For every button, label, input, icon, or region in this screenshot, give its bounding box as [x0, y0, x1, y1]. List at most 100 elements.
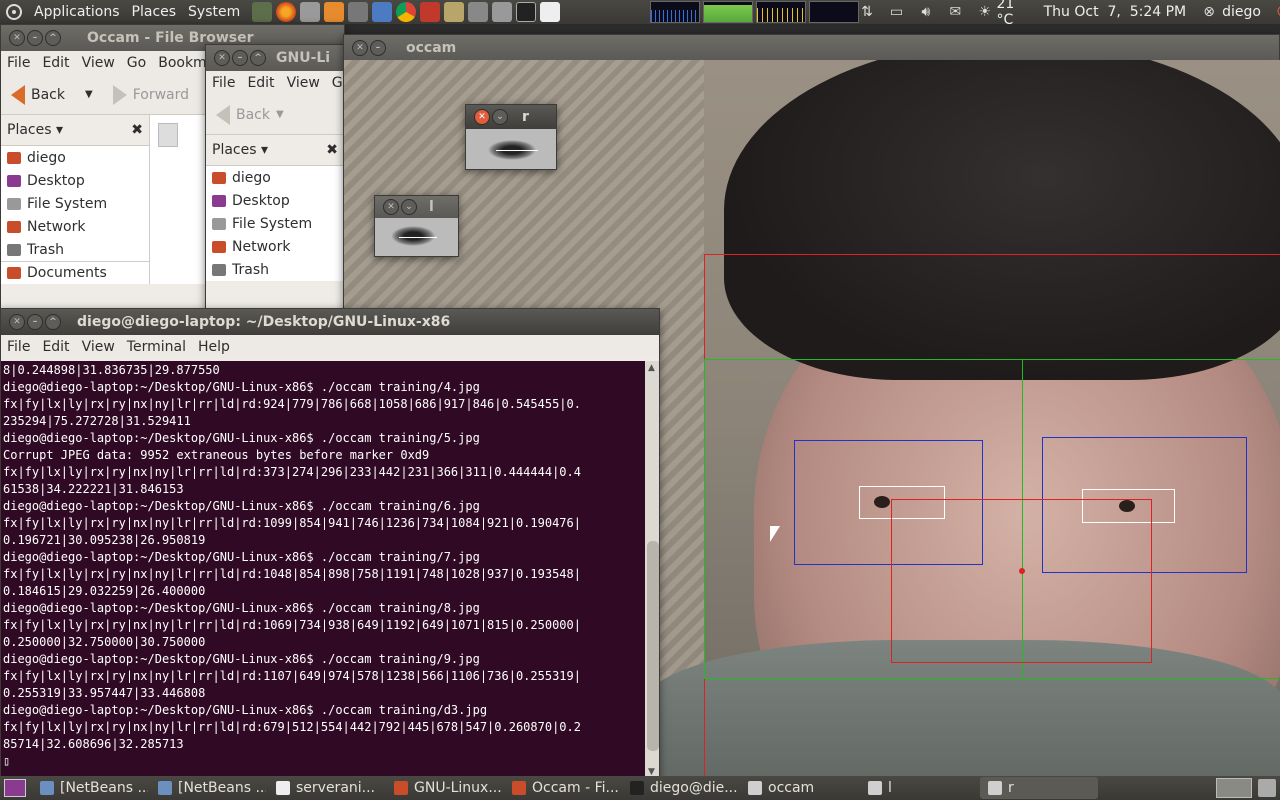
minimize-icon[interactable]: – — [27, 314, 43, 330]
terminal-titlebar[interactable]: ✕ – ^ diego@diego-laptop: ~/Desktop/GNU-… — [1, 309, 659, 335]
place-desktop[interactable]: Desktop — [1, 169, 149, 192]
menu-go[interactable]: Go — [121, 51, 152, 75]
close-icon[interactable]: ✕ — [383, 199, 399, 215]
chrome-icon[interactable] — [396, 2, 417, 22]
back-label: Back — [236, 106, 270, 123]
user-menu[interactable]: ⊗ diego — [1200, 4, 1261, 20]
eye-r-titlebar[interactable]: ✕ ⌄ r — [466, 105, 556, 129]
close-icon[interactable]: ✕ — [474, 109, 490, 125]
close-icon[interactable]: ✕ — [9, 314, 25, 330]
taskbar-item[interactable]: GNU-Linux... — [386, 777, 502, 799]
close-sidebar-icon[interactable]: ✖ — [326, 142, 338, 158]
monitor-icon[interactable] — [348, 2, 369, 22]
minimize-icon[interactable]: – — [370, 40, 386, 56]
workspace-switcher[interactable] — [1216, 778, 1252, 798]
taskbar-item[interactable]: r — [980, 777, 1098, 799]
maximize-icon[interactable]: ^ — [45, 314, 61, 330]
occam-titlebar[interactable]: ✕ – occam — [344, 35, 1279, 61]
taskbar-item[interactable]: diego@die... — [622, 777, 738, 799]
forward-button[interactable]: Forward — [103, 84, 199, 105]
minimize-icon[interactable]: – — [232, 50, 248, 66]
calculator-icon[interactable] — [468, 2, 489, 22]
battery-icon[interactable]: ▭ — [889, 4, 904, 20]
applications-menu[interactable]: Applications — [28, 0, 126, 24]
ubuntu-logo-icon[interactable] — [6, 4, 22, 20]
menu-file[interactable]: File — [206, 71, 241, 95]
close-icon[interactable]: ✕ — [352, 40, 368, 56]
menu-view[interactable]: View — [76, 335, 121, 359]
system-monitor[interactable] — [650, 1, 860, 23]
place-file-system[interactable]: File System — [206, 212, 344, 235]
minimize-icon[interactable]: ⌄ — [401, 199, 417, 215]
place-file-system[interactable]: File System — [1, 192, 149, 215]
terminal-output[interactable]: 8|0.244898|31.836735|29.877550 diego@dieg… — [1, 361, 645, 777]
places-dropdown[interactable]: Places ▾ — [7, 122, 63, 138]
system-menu[interactable]: System — [182, 0, 246, 24]
menu-view[interactable]: View — [281, 71, 326, 95]
place-desktop[interactable]: Desktop — [206, 189, 344, 212]
terminal-icon[interactable] — [516, 2, 537, 22]
eye-l-titlebar[interactable]: ✕ ⌄ l — [375, 196, 458, 218]
menu-file[interactable]: File — [1, 51, 36, 75]
menu-terminal[interactable]: Terminal — [121, 335, 192, 359]
volume-icon[interactable]: 🔊︎ — [918, 4, 933, 20]
maximize-icon[interactable]: ^ — [45, 30, 61, 46]
taskbar-item[interactable]: occam — [740, 777, 858, 799]
taskbar-item[interactable]: l — [860, 777, 978, 799]
mail-icon[interactable]: ✉ — [948, 4, 963, 20]
place-trash[interactable]: Trash — [206, 258, 344, 281]
weather-applet[interactable]: ☀ 21 °C — [977, 0, 1029, 28]
maximize-icon[interactable]: ^ — [250, 50, 266, 66]
places-menu[interactable]: Places — [126, 0, 183, 24]
menu-edit[interactable]: Edit — [36, 335, 75, 359]
chevron-down-icon[interactable]: ▼ — [85, 89, 93, 100]
place-diego[interactable]: diego — [1, 146, 149, 169]
place-network[interactable]: Network — [206, 235, 344, 258]
power-icon[interactable]: ⏻ — [1275, 4, 1280, 20]
close-icon[interactable]: ✕ — [214, 50, 230, 66]
clock[interactable]: Thu Oct 7, 5:24 PM — [1044, 4, 1187, 20]
trash-icon[interactable] — [1258, 779, 1276, 797]
gnu-browser-titlebar[interactable]: ✕ – ^ GNU-Li — [206, 45, 344, 71]
place-documents[interactable]: Documents — [1, 261, 149, 284]
scroll-up-icon[interactable]: ▲ — [648, 363, 655, 373]
phone-icon[interactable] — [420, 2, 441, 22]
camera-icon[interactable] — [492, 2, 513, 22]
network-arrows-icon[interactable]: ⇅ — [859, 4, 874, 20]
cube-icon[interactable] — [372, 2, 393, 22]
back-button[interactable]: Back ▼ — [206, 104, 294, 125]
documents-folder-icon — [7, 267, 21, 279]
taskbar-item[interactable]: [NetBeans ... — [32, 777, 148, 799]
firefox-icon[interactable] — [276, 2, 297, 22]
chevron-down-icon[interactable]: ▼ — [276, 109, 284, 120]
minimize-icon[interactable]: – — [27, 30, 43, 46]
close-icon[interactable]: ✕ — [9, 30, 25, 46]
text-editor-icon[interactable] — [540, 2, 561, 22]
places-dropdown[interactable]: Places ▾ — [212, 142, 268, 158]
show-desktop-icon[interactable] — [4, 779, 26, 797]
folder-icon[interactable] — [444, 2, 465, 22]
terminal-app-icon[interactable] — [252, 2, 273, 22]
close-sidebar-icon[interactable]: ✖ — [131, 122, 143, 138]
terminal-line: diego@diego-laptop:~/Desktop/GNU-Linux-x… — [3, 499, 480, 513]
user-name: diego — [1222, 4, 1261, 20]
terminal-scrollbar[interactable]: ▲ ▼ — [645, 361, 659, 777]
gnu-browser-menubar: File Edit View Go — [206, 71, 344, 95]
menu-edit[interactable]: Edit — [36, 51, 75, 75]
path-back-icon[interactable] — [158, 123, 178, 147]
minimize-icon[interactable]: ⌄ — [492, 109, 508, 125]
taskbar-item[interactable]: Occam - Fi... — [504, 777, 620, 799]
menu-view[interactable]: View — [76, 51, 121, 75]
taskbar-item[interactable]: serverani... — [268, 777, 384, 799]
settings-icon[interactable] — [300, 2, 321, 22]
place-trash[interactable]: Trash — [1, 238, 149, 261]
butterfly-icon[interactable] — [324, 2, 345, 22]
menu-edit[interactable]: Edit — [241, 71, 280, 95]
place-diego[interactable]: diego — [206, 166, 344, 189]
menu-help[interactable]: Help — [192, 335, 236, 359]
place-network[interactable]: Network — [1, 215, 149, 238]
menu-file[interactable]: File — [1, 335, 36, 359]
back-button[interactable]: Back ▼ — [1, 84, 103, 105]
scrollbar-thumb[interactable] — [647, 541, 659, 751]
taskbar-item[interactable]: [NetBeans ... — [150, 777, 266, 799]
